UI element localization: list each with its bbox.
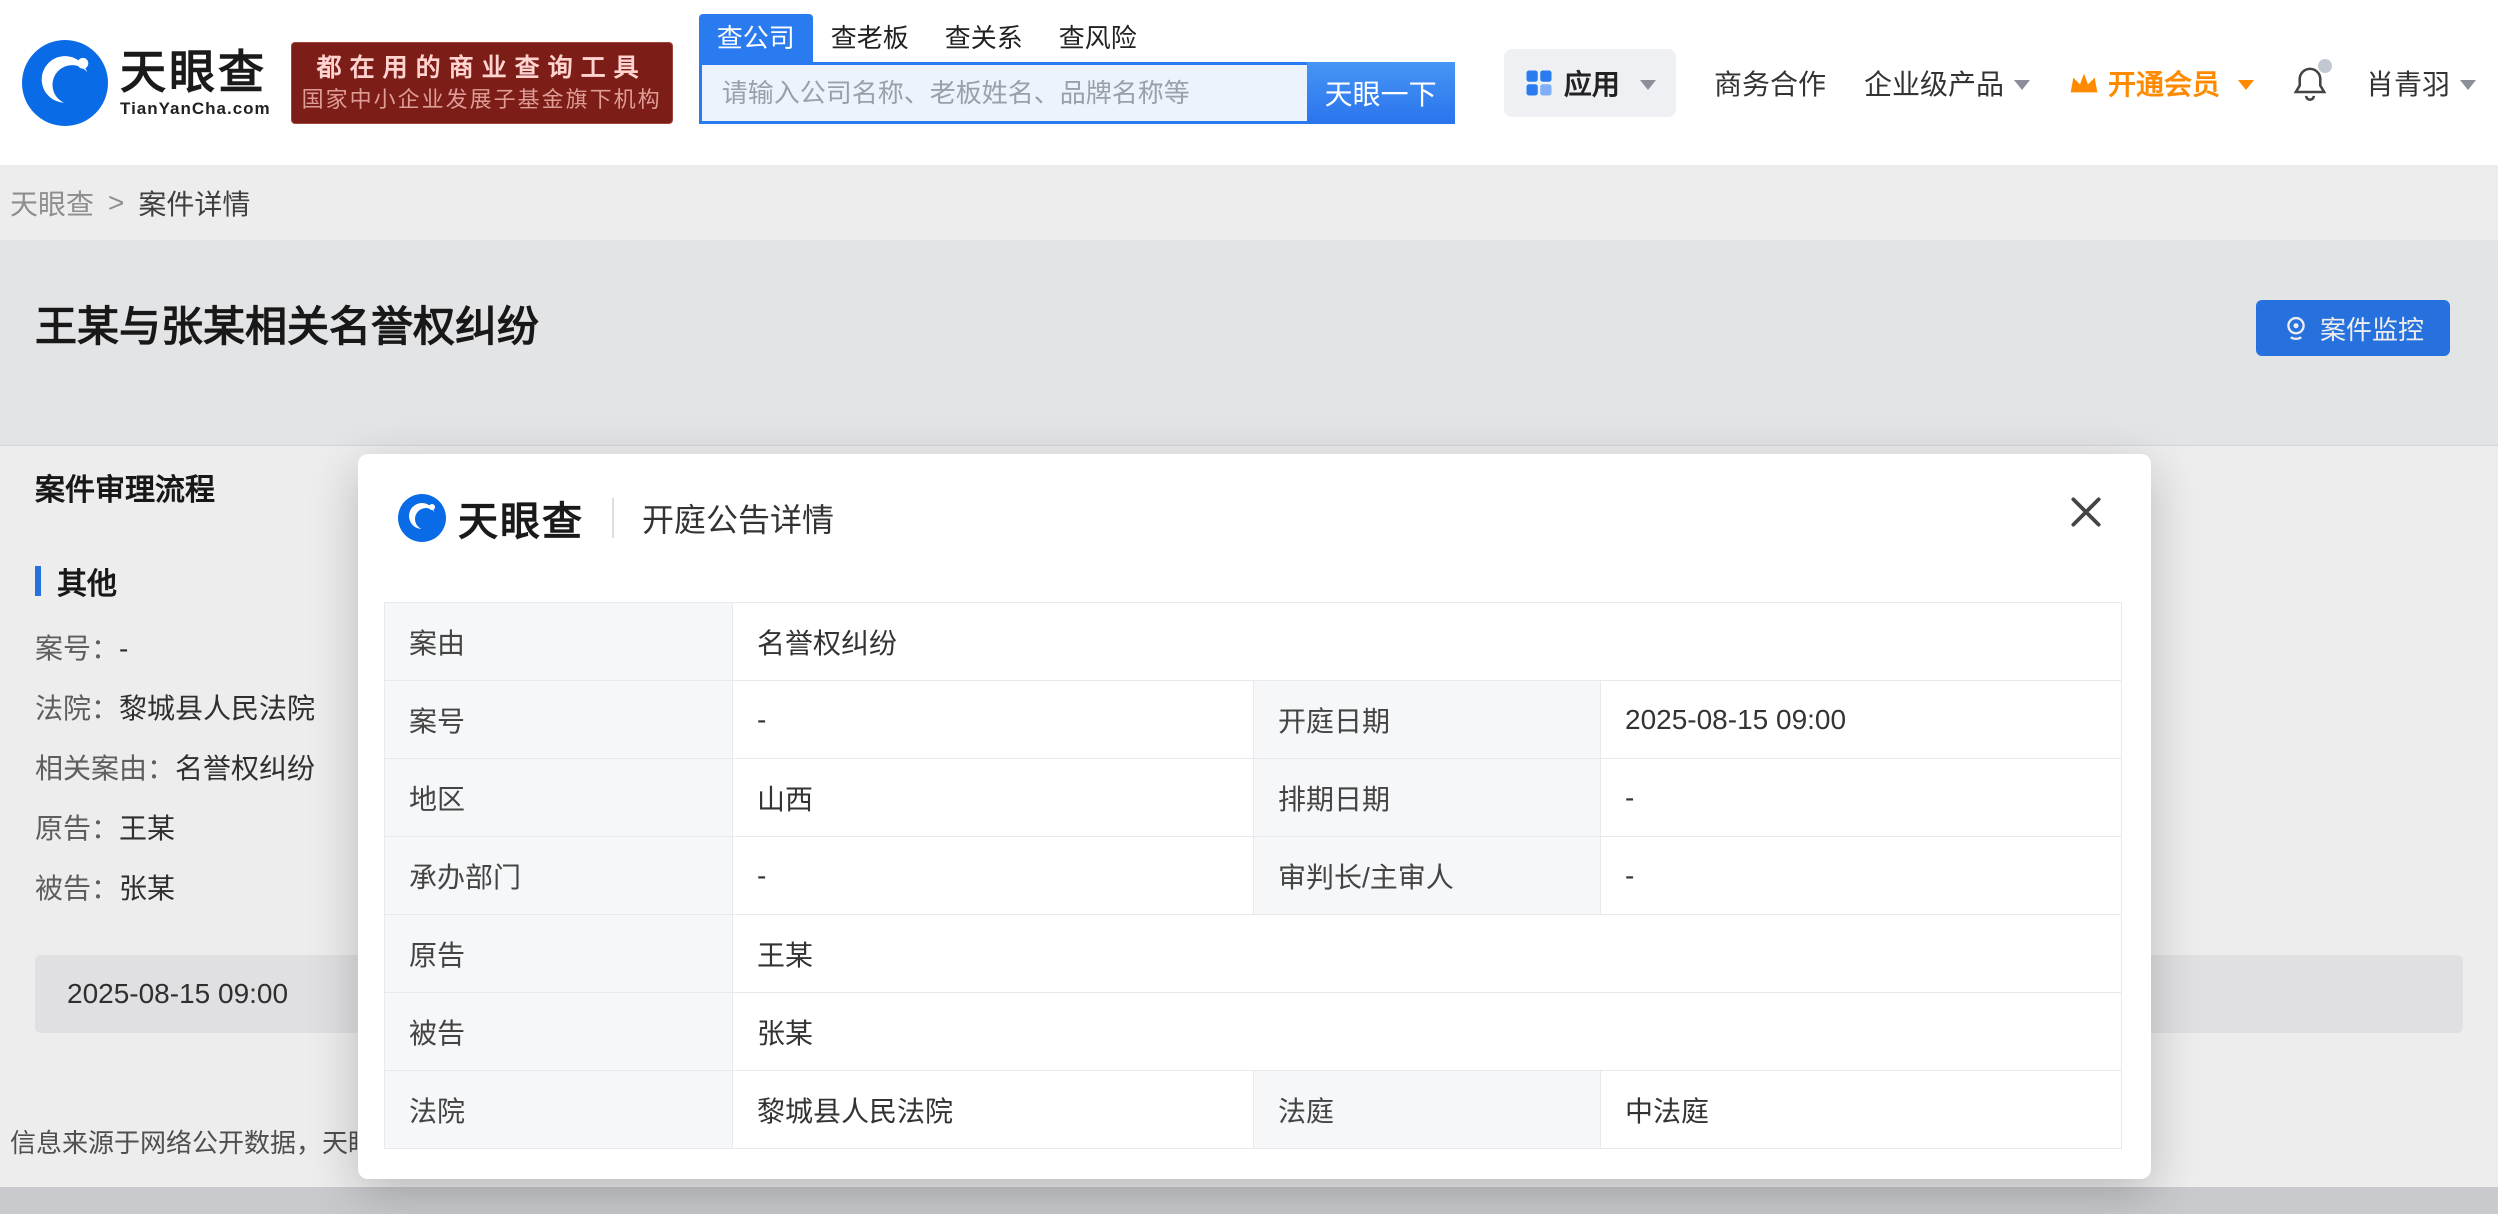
field-label: 案由 bbox=[385, 603, 733, 681]
header-nav: 应用 商务合作 企业级产品 开通会员 bbox=[1504, 49, 2476, 117]
modal-table-row: 承办部门-审判长/主审人- bbox=[385, 837, 2122, 915]
field-value: 黎城县人民法院 bbox=[733, 1071, 1254, 1149]
nav-vip-membership[interactable]: 开通会员 bbox=[2068, 63, 2254, 103]
user-menu[interactable]: 肖青羽 bbox=[2366, 63, 2476, 103]
search-input[interactable] bbox=[699, 62, 1307, 124]
field-value: - bbox=[733, 681, 1254, 759]
modal-table-row: 法院黎城县人民法院法庭中法庭 bbox=[385, 1071, 2122, 1149]
field-label: 地区 bbox=[385, 759, 733, 837]
tianyancha-logo-icon bbox=[22, 40, 108, 126]
chevron-down-icon bbox=[1640, 80, 1656, 90]
field-value: 名誉权纠纷 bbox=[733, 603, 2122, 681]
notification-bell[interactable] bbox=[2292, 65, 2328, 101]
chevron-down-icon bbox=[2460, 80, 2476, 90]
modal-title: 开庭公告详情 bbox=[642, 495, 834, 541]
field-label: 排期日期 bbox=[1254, 759, 1601, 837]
search-tab[interactable]: 查风险 bbox=[1041, 14, 1155, 62]
field-label: 原告 bbox=[385, 915, 733, 993]
crown-icon bbox=[2068, 70, 2100, 96]
header: 天眼查 TianYanCha.com 都在用的商业查询工具 国家中小企业发展子基… bbox=[0, 0, 2498, 166]
username: 肖青羽 bbox=[2366, 63, 2450, 103]
search-tab[interactable]: 查关系 bbox=[927, 14, 1041, 62]
modal-table-body: 案由名誉权纠纷案号-开庭日期2025-08-15 09:00地区山西排期日期-承… bbox=[385, 603, 2122, 1149]
field-label: 开庭日期 bbox=[1254, 681, 1601, 759]
search-tab[interactable]: 查公司 bbox=[699, 14, 813, 62]
chevron-down-icon bbox=[2238, 80, 2254, 90]
tianyancha-page: 天眼查 TianYanCha.com 都在用的商业查询工具 国家中小企业发展子基… bbox=[0, 0, 2498, 1214]
field-label: 审判长/主审人 bbox=[1254, 837, 1601, 915]
close-icon[interactable] bbox=[2065, 492, 2107, 534]
modal-table-row: 地区山西排期日期- bbox=[385, 759, 2122, 837]
search-button[interactable]: 天眼一下 bbox=[1307, 62, 1455, 124]
modal-header: 天眼查 开庭公告详情 bbox=[398, 488, 2051, 548]
tianyancha-logo-icon bbox=[398, 494, 446, 542]
field-value: 张某 bbox=[733, 993, 2122, 1071]
chevron-down-icon bbox=[2014, 80, 2030, 90]
notification-dot bbox=[2318, 59, 2332, 73]
field-label: 案号 bbox=[385, 681, 733, 759]
promo-banner-line1: 都在用的商业查询工具 bbox=[317, 51, 647, 85]
divider bbox=[612, 498, 614, 538]
brand-name: 天眼查 bbox=[120, 47, 271, 97]
modal-table-row: 原告王某 bbox=[385, 915, 2122, 993]
modal-table-row: 案号-开庭日期2025-08-15 09:00 bbox=[385, 681, 2122, 759]
search-tab[interactable]: 查老板 bbox=[813, 14, 927, 62]
search-box: 天眼一下 bbox=[699, 62, 1455, 124]
brand-domain: TianYanCha.com bbox=[120, 99, 271, 119]
field-label: 承办部门 bbox=[385, 837, 733, 915]
promo-banner-line2: 国家中小企业发展子基金旗下机构 bbox=[302, 85, 662, 115]
modal-table-row: 案由名誉权纠纷 bbox=[385, 603, 2122, 681]
apps-button[interactable]: 应用 bbox=[1504, 49, 1676, 117]
search-tabs: 查公司查老板查关系查风险 bbox=[699, 10, 1455, 62]
field-value: - bbox=[1601, 759, 2122, 837]
modal-table-row: 被告张某 bbox=[385, 993, 2122, 1071]
field-label: 法庭 bbox=[1254, 1071, 1601, 1149]
nav-business-cooperation[interactable]: 商务合作 bbox=[1714, 63, 1826, 103]
grid-icon bbox=[1524, 68, 1554, 98]
field-value: - bbox=[1601, 837, 2122, 915]
field-value: - bbox=[733, 837, 1254, 915]
field-value: 王某 bbox=[733, 915, 2122, 993]
search-area: 查公司查老板查关系查风险 天眼一下 bbox=[699, 10, 1455, 124]
nav-enterprise-products[interactable]: 企业级产品 bbox=[1864, 63, 2030, 103]
promo-banner: 都在用的商业查询工具 国家中小企业发展子基金旗下机构 bbox=[291, 42, 673, 124]
modal-table: 案由名誉权纠纷案号-开庭日期2025-08-15 09:00地区山西排期日期-承… bbox=[384, 602, 2122, 1149]
court-announcement-modal: 天眼查 开庭公告详情 案由名誉权纠纷案号-开庭日期2025-08-15 09:0… bbox=[358, 454, 2151, 1179]
field-value: 中法庭 bbox=[1601, 1071, 2122, 1149]
logo[interactable]: 天眼查 TianYanCha.com bbox=[22, 40, 271, 126]
field-value: 山西 bbox=[733, 759, 1254, 837]
modal-brand: 天眼查 bbox=[458, 489, 584, 547]
field-value: 2025-08-15 09:00 bbox=[1601, 681, 2122, 759]
field-label: 法院 bbox=[385, 1071, 733, 1149]
apps-label: 应用 bbox=[1564, 63, 1620, 103]
field-label: 被告 bbox=[385, 993, 733, 1071]
